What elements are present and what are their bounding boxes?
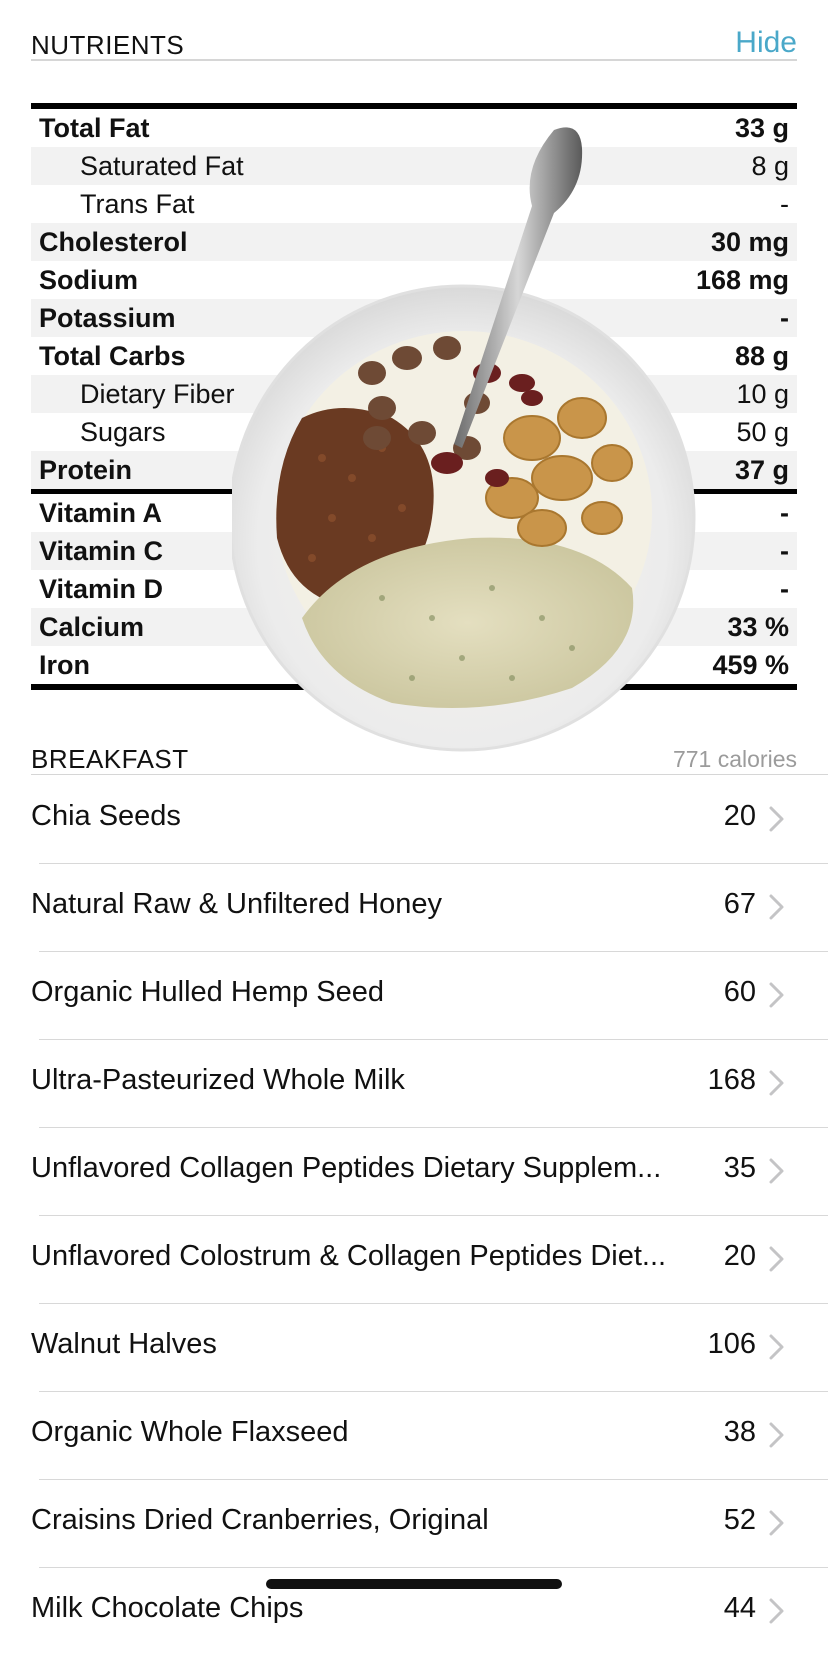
- list-item[interactable]: Chia Seeds 20: [0, 776, 828, 864]
- list-item[interactable]: Walnut Halves 106: [0, 1304, 828, 1392]
- nutrient-label: Protein: [39, 454, 133, 485]
- oatmeal-bowl-photo: [232, 127, 696, 752]
- nutrient-value: 30 mg: [710, 226, 789, 257]
- meal-title: BREAKFAST: [31, 744, 189, 774]
- nutrient-label: Sugars: [80, 416, 166, 447]
- nutrient-label: Saturated Fat: [80, 150, 244, 181]
- nutrient-label: Dietary Fiber: [80, 378, 235, 409]
- food-calories: 52: [723, 1504, 756, 1536]
- nutrient-value: 50 g: [736, 416, 789, 447]
- nutrient-label: Potassium: [39, 302, 176, 333]
- food-calories: 20: [723, 1240, 756, 1272]
- chevron-right-icon: [769, 1070, 784, 1096]
- chevron-right-icon: [769, 894, 784, 920]
- nutrients-header: NUTRIENTS Hide: [0, 22, 828, 62]
- nutrient-label: Vitamin A: [39, 497, 163, 528]
- food-calories: 67: [723, 888, 756, 920]
- list-item[interactable]: Unflavored Collagen Peptides Dietary Sup…: [0, 1128, 828, 1216]
- home-indicator[interactable]: [266, 1579, 562, 1589]
- nutrient-label: Sodium: [39, 264, 138, 295]
- list-item[interactable]: Organic Whole Flaxseed 38: [0, 1392, 828, 1480]
- food-calories: 106: [707, 1328, 756, 1360]
- food-name: Ultra-Pasteurized Whole Milk: [31, 1064, 405, 1096]
- meal-divider: [31, 774, 828, 775]
- food-calories: 168: [707, 1064, 756, 1096]
- breakfast-header: BREAKFAST 771 calories: [0, 736, 828, 776]
- chevron-right-icon: [769, 1598, 784, 1624]
- nutrient-label: Total Carbs: [39, 340, 186, 371]
- list-item[interactable]: Unflavored Colostrum & Collagen Peptides…: [0, 1216, 828, 1304]
- nutrient-value: 459 %: [712, 649, 789, 680]
- food-name: Walnut Halves: [31, 1328, 217, 1360]
- food-calories: 20: [723, 800, 756, 832]
- nutrients-title: NUTRIENTS: [31, 30, 185, 60]
- list-item[interactable]: Craisins Dried Cranberries, Original 52: [0, 1480, 828, 1568]
- hide-button[interactable]: Hide: [735, 26, 797, 60]
- nutrient-value: 33 g: [734, 112, 789, 143]
- nutrient-value: 10 g: [736, 378, 789, 409]
- food-name: Organic Hulled Hemp Seed: [31, 976, 385, 1008]
- nutrient-value: -: [780, 573, 789, 604]
- food-calories: 60: [723, 976, 756, 1008]
- nutrient-label: Vitamin C: [39, 535, 164, 566]
- header-divider: [31, 59, 797, 61]
- chevron-right-icon: [769, 1422, 784, 1448]
- nutrient-label: Trans Fat: [80, 188, 195, 219]
- chevron-right-icon: [769, 1510, 784, 1536]
- list-item[interactable]: Natural Raw & Unfiltered Honey 67: [0, 864, 828, 952]
- food-list: Chia Seeds 20 Natural Raw & Unfiltered H…: [0, 776, 828, 1656]
- chevron-right-icon: [769, 982, 784, 1008]
- food-calories: 35: [723, 1152, 756, 1184]
- food-name: Natural Raw & Unfiltered Honey: [31, 888, 443, 920]
- chevron-right-icon: [769, 1158, 784, 1184]
- nutrient-label: Cholesterol: [39, 226, 188, 257]
- nutrient-label: Vitamin D: [39, 573, 164, 604]
- food-name: Unflavored Colostrum & Collagen Peptides…: [31, 1240, 667, 1272]
- food-name: Craisins Dried Cranberries, Original: [31, 1504, 489, 1536]
- meal-calories: 771 calories: [672, 746, 797, 772]
- food-calories: 44: [723, 1592, 756, 1624]
- nutrient-value: -: [780, 535, 789, 566]
- list-item[interactable]: Ultra-Pasteurized Whole Milk 168: [0, 1040, 828, 1128]
- chevron-right-icon: [769, 806, 784, 832]
- nutrient-value: 8 g: [751, 150, 789, 181]
- food-name: Chia Seeds: [31, 800, 181, 832]
- nutrient-value: 37 g: [734, 454, 789, 485]
- food-name: Unflavored Collagen Peptides Dietary Sup…: [31, 1152, 662, 1184]
- nutrient-label: Iron: [39, 649, 90, 680]
- nutrient-value: 33 %: [727, 611, 789, 642]
- nutrient-value: -: [780, 497, 789, 528]
- list-item[interactable]: Organic Hulled Hemp Seed 60: [0, 952, 828, 1040]
- nutrient-value: 88 g: [734, 340, 789, 371]
- nutrient-label: Total Fat: [39, 112, 150, 143]
- nutrient-label: Calcium: [39, 611, 145, 642]
- chevron-right-icon: [769, 1246, 784, 1272]
- nutrient-value: -: [780, 188, 789, 219]
- nutrient-value: -: [780, 302, 789, 333]
- food-calories: 38: [723, 1416, 756, 1448]
- food-name: Milk Chocolate Chips: [31, 1592, 304, 1624]
- food-name: Organic Whole Flaxseed: [31, 1416, 349, 1448]
- chevron-right-icon: [769, 1334, 784, 1360]
